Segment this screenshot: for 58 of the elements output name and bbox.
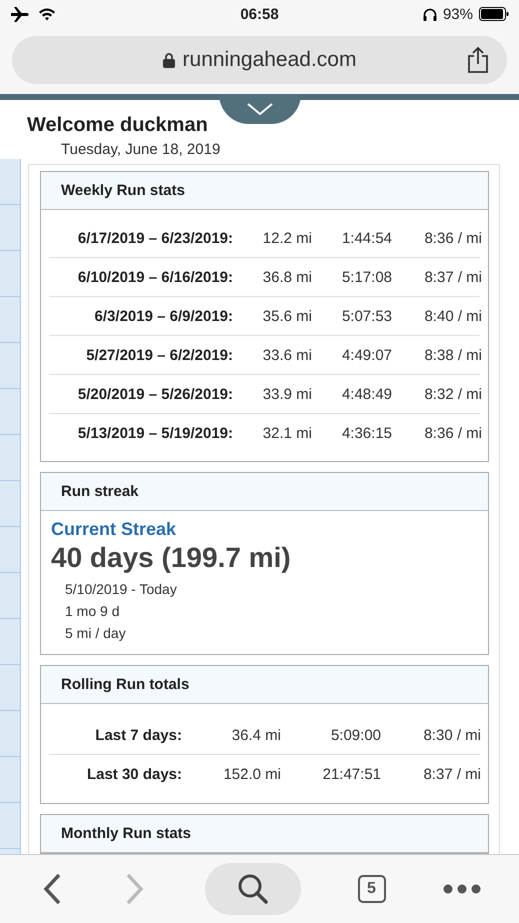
distance-cell-text: 33.6 mi [262,346,312,364]
period-label: 5/20/2019 – 5/26/2019: [76,386,233,402]
streak-value: 40 days (199.7 mi) [51,542,292,574]
panel-header: Monthly Run stats [41,815,488,853]
panel-header: Run streak [41,473,488,511]
period-label: 5/13/2019 – 5/19/2019: [76,424,233,442]
period-label: 6/3/2019 – 6/9/2019: [94,308,233,324]
time-cell-text: 5:07:53 [340,308,392,324]
pace-cell-text: 8:36 / mi [423,424,482,442]
pace-cell-text: 8:32 / mi [423,386,482,402]
page-title: Welcome duckman [27,114,209,137]
wifi-icon [38,7,56,21]
date-text: Tuesday, June 18, 2019 [61,141,222,158]
pace-cell-text: 8:38 / mi [423,346,482,364]
share-icon[interactable] [467,47,489,73]
status-time: 06:58 [240,6,279,22]
distance-cell-text: 33.9 mi [262,386,312,402]
time-cell-text: 5:09:00 [330,726,381,744]
address-bar[interactable]: runningahead.com [12,36,507,84]
time-cell-text: 5:17:08 [340,268,392,286]
chevron-down-icon [247,103,273,115]
search-icon [236,873,268,905]
period-label: 6/10/2019 – 6/16/2019: [76,268,233,286]
panel-header: Weekly Run stats [41,172,488,210]
pace-cell-text: 8:40 / mi [423,308,482,324]
time-cell-text: 4:49:07 [340,346,392,364]
time-cell-text: 1:44:54 [340,230,392,246]
period-label: 5/27/2019 – 6/2/2019: [85,346,233,364]
distance-cell-text: 35.6 mi [262,308,312,324]
distance-cell-text: 36.8 mi [262,268,312,286]
streak-detail: 1 mo 9 d [65,602,120,621]
streak-detail: 5/10/2019 - Today [65,580,178,599]
distance-cell-text: 32.1 mi [262,424,312,442]
period-label: Last 30 days: [86,766,182,782]
panel-header: Rolling Run totals [41,666,488,704]
url-text: runningahead.com [182,48,356,72]
streak-detail: 5 mi / day [65,624,127,643]
distance-cell-text: 12.2 mi [262,230,312,246]
battery-percent: 93% [442,6,473,22]
pace-cell-text: 8:37 / mi [423,268,482,286]
streak-label: Current Streak [51,519,178,540]
headphones-icon [422,8,437,20]
tabs-button[interactable]: 5 [358,875,386,903]
more-icon[interactable] [442,884,480,894]
airplane-icon [10,6,30,22]
pace-cell-text: 8:37 / mi [422,766,481,782]
time-cell-text: 4:36:15 [340,424,392,442]
lock-icon [162,52,175,68]
pace-cell-text: 8:36 / mi [423,230,482,246]
battery-icon [479,7,509,21]
pace-cell-text: 8:30 / mi [422,726,481,744]
period-label: 6/17/2019 – 6/23/2019: [76,230,233,246]
time-cell-text: 21:47:51 [322,766,381,782]
time-cell-text: 4:48:49 [340,386,392,402]
search-button[interactable] [204,863,300,915]
distance-cell-text: 36.4 mi [230,726,281,744]
period-label: Last 7 days: [94,726,182,744]
distance-cell-text: 152.0 mi [222,766,281,782]
